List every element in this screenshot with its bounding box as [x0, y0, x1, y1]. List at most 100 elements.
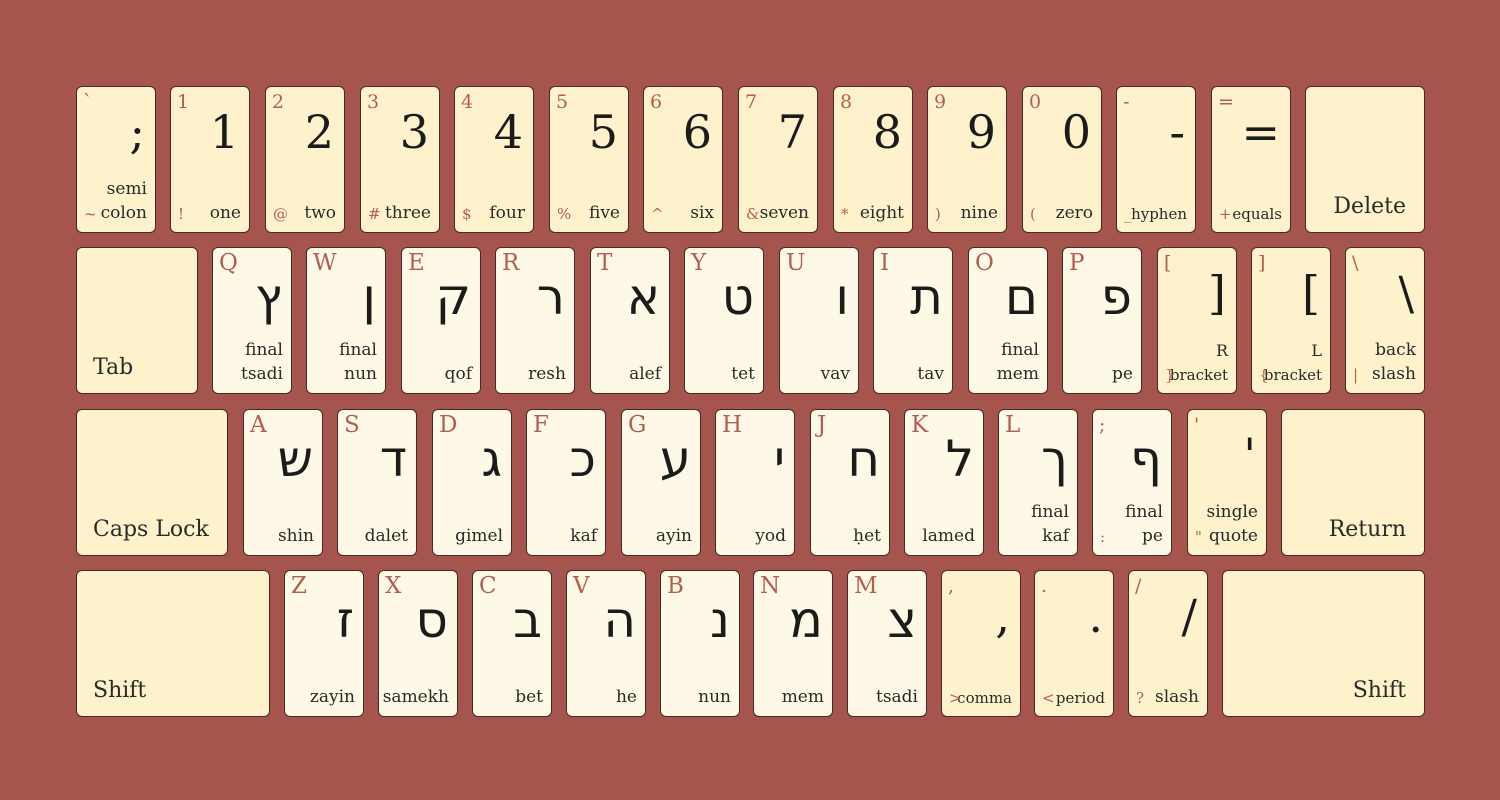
key-name-line2: slash — [1155, 687, 1199, 707]
key-name-line2: gimel — [455, 526, 503, 546]
key-name-line2: hyphen — [1131, 205, 1187, 223]
key-c[interactable]: C ב bet — [472, 570, 552, 717]
main-symbol: ] — [1208, 266, 1226, 320]
key-label: Shift — [93, 678, 147, 703]
key-name-line2: five — [588, 203, 620, 223]
key-period[interactable]: .. period < — [1034, 570, 1114, 717]
key-m[interactable]: M צ tsadi — [847, 570, 927, 717]
shift-symbol: ; — [1099, 414, 1106, 436]
key-5[interactable]: 5 5 five% — [549, 86, 629, 233]
key-r[interactable]: R ר resh — [495, 247, 575, 394]
key-y[interactable]: Y ט tet — [684, 247, 764, 394]
key-rbracket[interactable]: ] [Lbracket{ — [1251, 247, 1331, 394]
key-g[interactable]: G ע ayin — [621, 409, 701, 556]
key-name-line1: single — [1206, 502, 1259, 522]
shift-symbol: 6 — [650, 91, 663, 113]
hebrew-letter: ך — [1041, 430, 1068, 488]
hebrew-letter: ם — [1004, 268, 1038, 326]
key-name-line1: L — [1311, 341, 1322, 360]
main-symbol: ' — [1243, 428, 1256, 482]
key-name-line2: slash — [1372, 364, 1416, 384]
key-name-line2: seven — [759, 203, 809, 223]
latin-letter: D — [439, 412, 458, 438]
key-8[interactable]: 8 8 eight * — [833, 86, 913, 233]
key-i[interactable]: I ת tav — [873, 247, 953, 394]
key-7[interactable]: 7 7 seven & — [738, 86, 818, 233]
hebrew-letter: צ — [887, 591, 917, 649]
latin-letter: P — [1069, 250, 1085, 276]
key-z[interactable]: Z ז zayin — [284, 570, 364, 717]
key-name-line1: semi — [106, 179, 147, 199]
key-minus[interactable]: - - hyphen _ — [1116, 86, 1196, 233]
key-o[interactable]: O ם final mem — [968, 247, 1048, 394]
key-name-line2: bet — [515, 687, 543, 707]
hebrew-letter: ז — [336, 591, 354, 649]
hebrew-letter: נ — [709, 591, 730, 649]
key-s[interactable]: S ד dalet — [337, 409, 417, 556]
shift-symbol-secondary: + — [1219, 205, 1232, 223]
shift-symbol: 9 — [934, 91, 947, 113]
key-delete[interactable]: Delete — [1305, 86, 1425, 233]
latin-letter: F — [533, 412, 549, 438]
key-name-line1: final — [339, 340, 377, 360]
latin-letter: R — [502, 250, 520, 276]
key-lshift[interactable]: Shift — [76, 570, 270, 717]
key-n[interactable]: N מ mem — [753, 570, 833, 717]
shift-symbol-secondary: " — [1195, 528, 1202, 546]
key-q[interactable]: Q ץ final tsadi — [212, 247, 292, 394]
key-0[interactable]: 0 0 zero ( — [1022, 86, 1102, 233]
key-v[interactable]: V ה he — [566, 570, 646, 717]
shift-symbol: ] — [1258, 252, 1266, 274]
key-return[interactable]: Return — [1281, 409, 1425, 556]
shift-symbol-secondary: : — [1100, 528, 1106, 546]
shift-symbol-secondary: ? — [1136, 689, 1145, 707]
key-d[interactable]: D ג gimel — [432, 409, 512, 556]
key-tab[interactable]: Tab — [76, 247, 198, 394]
latin-letter: M — [854, 573, 878, 599]
latin-letter: S — [344, 412, 360, 438]
key-2[interactable]: 2 2 two @ — [265, 86, 345, 233]
main-symbol: 1 — [209, 105, 239, 159]
key-semicolon[interactable]: ; ף final pe: — [1092, 409, 1172, 556]
key-t[interactable]: T א alef — [590, 247, 670, 394]
key-x[interactable]: X ס samekh — [378, 570, 458, 717]
key-w[interactable]: W ן final nun — [306, 247, 386, 394]
key-slash[interactable]: / / slash? — [1128, 570, 1208, 717]
key-j[interactable]: J ח ḥet — [810, 409, 890, 556]
key-name-line1: final — [245, 340, 283, 360]
key-1[interactable]: 1 1 one! — [170, 86, 250, 233]
key-e[interactable]: E ק qof — [401, 247, 481, 394]
shift-symbol-secondary: & — [746, 205, 760, 223]
key-3[interactable]: 3 3 three # — [360, 86, 440, 233]
key-rshift[interactable]: Shift — [1222, 570, 1425, 717]
hebrew-letter: י — [773, 430, 785, 488]
key-b[interactable]: B נ nun — [660, 570, 740, 717]
hebrew-letter: ש — [277, 430, 313, 488]
key-lbracket[interactable]: [] Rbracket} — [1157, 247, 1237, 394]
key-backtick[interactable]: `; semi colon ~ — [76, 86, 156, 233]
shift-symbol-secondary: * — [841, 205, 849, 223]
latin-letter: E — [408, 250, 425, 276]
shift-symbol: - — [1123, 91, 1130, 113]
key-capslock[interactable]: Caps Lock — [76, 409, 228, 556]
key-p[interactable]: P פ pe — [1062, 247, 1142, 394]
key-name-line2: kaf — [570, 526, 597, 546]
key-h[interactable]: H י yod — [715, 409, 795, 556]
key-backslash[interactable]: \ \ back slash | — [1345, 247, 1425, 394]
latin-letter: I — [880, 250, 890, 276]
key-k[interactable]: K ל lamed — [904, 409, 984, 556]
key-a[interactable]: A ש shin — [243, 409, 323, 556]
hebrew-letter: ף — [1130, 430, 1162, 488]
key-quote[interactable]: ' ' single quote " — [1187, 409, 1267, 556]
key-equals[interactable]: = = equals + — [1211, 86, 1291, 233]
main-symbol: 3 — [399, 105, 429, 159]
key-f[interactable]: F כ kaf — [526, 409, 606, 556]
key-comma[interactable]: ,, comma > — [941, 570, 1021, 717]
key-name-line2: dalet — [364, 526, 408, 546]
key-name-line2: bracket — [1263, 366, 1322, 384]
key-9[interactable]: 9 9 nine) — [927, 86, 1007, 233]
key-4[interactable]: 4 4 four $ — [454, 86, 534, 233]
key-l[interactable]: L ך final kaf — [998, 409, 1078, 556]
key-6[interactable]: 6 6 six ^ — [643, 86, 723, 233]
key-u[interactable]: U ו vav — [779, 247, 859, 394]
